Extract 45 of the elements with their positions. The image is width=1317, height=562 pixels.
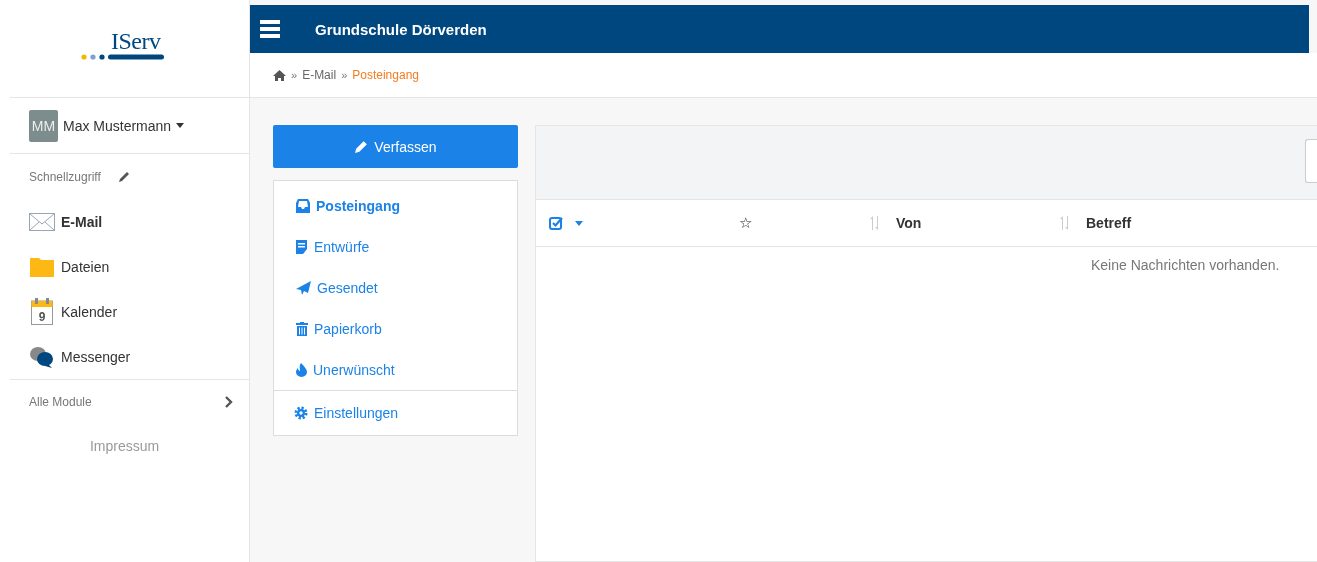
search-field[interactable] <box>1305 139 1317 183</box>
caret-icon[interactable] <box>575 220 583 226</box>
home-icon[interactable] <box>273 69 286 81</box>
module-link[interactable]: Messenger <box>0 334 249 379</box>
star-column-header[interactable]: ☆ <box>739 214 752 231</box>
select-all-checkbox-icon[interactable] <box>549 216 563 230</box>
breadcrumb-separator: » <box>341 69 348 81</box>
module-link[interactable]: 9 Kalender <box>0 289 249 334</box>
folder-link[interactable]: Unerwünscht <box>274 349 517 390</box>
pencil-icon[interactable] <box>116 169 131 184</box>
folder-icon <box>29 256 55 277</box>
menu-icon[interactable] <box>260 20 280 38</box>
empty-message: Keine Nachrichten vorhanden. <box>1091 257 1280 273</box>
breadcrumb-link[interactable]: Posteingang <box>352 68 419 82</box>
folder-link[interactable]: Posteingang <box>274 185 517 226</box>
settings-icon <box>294 406 308 420</box>
document-icon <box>296 239 308 254</box>
trash-icon <box>296 321 308 336</box>
compose-button[interactable]: Verfassen <box>273 125 518 168</box>
chat-bubbles-icon <box>29 345 55 368</box>
flame-icon <box>296 362 307 377</box>
module-link[interactable]: E-Mail <box>0 199 249 244</box>
avatar: MM <box>29 109 58 142</box>
column-header[interactable]: Betreff <box>1086 215 1132 231</box>
folder-link[interactable]: Papierkorb <box>274 308 517 349</box>
envelope-icon <box>29 212 55 231</box>
calendar-icon: 9 <box>29 298 55 325</box>
chevron-right-icon <box>225 396 233 408</box>
school-title: Grundschule Dörverden <box>315 20 487 38</box>
breadcrumb-link[interactable]: E-Mail <box>302 68 337 82</box>
inbox-icon <box>296 198 310 213</box>
folder-link[interactable]: Gesendet <box>274 267 517 308</box>
paper-plane-icon <box>296 280 311 295</box>
iserv-logo: IServ <box>80 28 165 61</box>
imprint-link[interactable]: Impressum <box>89 438 160 454</box>
caret-icon <box>176 123 185 128</box>
quick-access-label: Schnellzugriff <box>29 169 101 184</box>
settings-link[interactable]: Einstellungen <box>274 390 517 435</box>
pencil-icon <box>354 139 370 154</box>
all-modules-link[interactable]: Alle Module <box>10 379 249 424</box>
module-link[interactable]: Dateien <box>0 244 249 289</box>
breadcrumb-separator: » <box>291 69 298 81</box>
folder-link[interactable]: Entwürfe <box>274 226 517 267</box>
user-menu[interactable]: Max Mustermann <box>63 117 185 134</box>
column-header[interactable]: Von <box>896 215 922 231</box>
